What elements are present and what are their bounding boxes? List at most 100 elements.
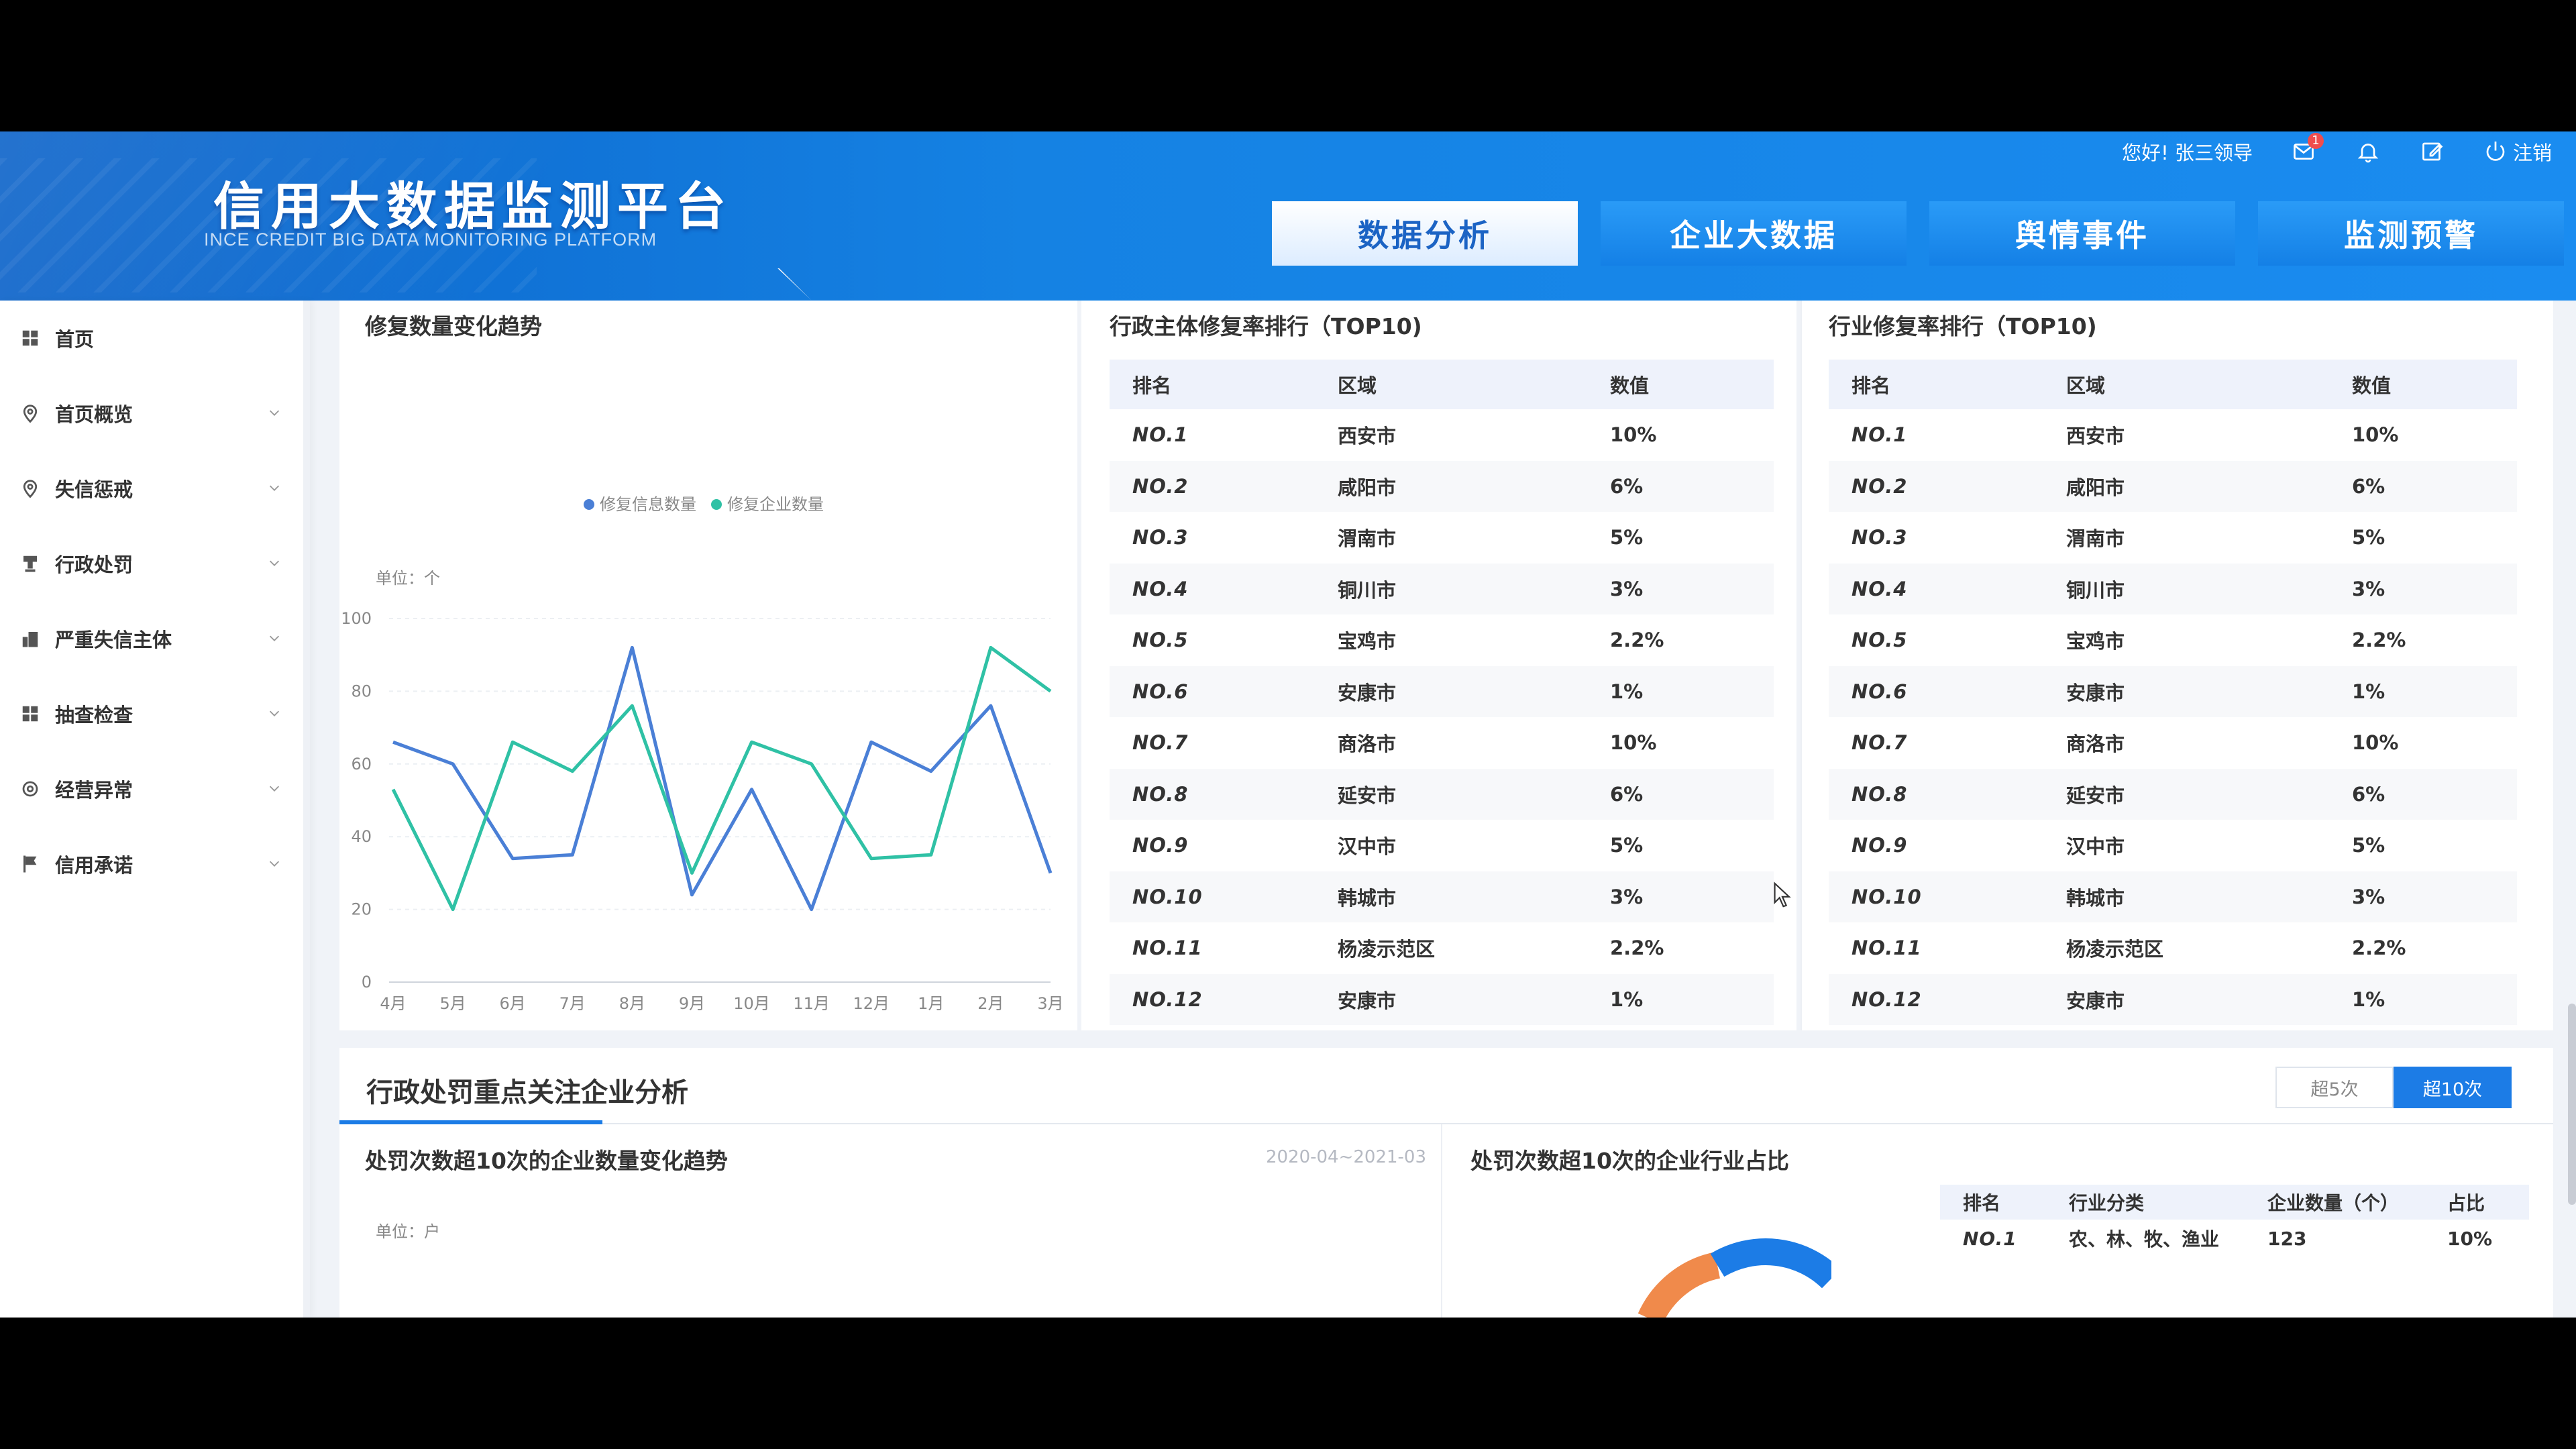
table-row: NO.6 安康市 1%: [1829, 665, 2517, 717]
x-tick-label: 9月: [679, 994, 705, 1013]
table-row: NO.6 安康市 1%: [1110, 665, 1774, 717]
value-cell: 10%: [1610, 423, 1657, 447]
penalty-analysis-header: 行政处罚重点关注企业分析 超5次 超10次: [339, 1048, 2553, 1124]
sidebar-item-dishonesty-punishment[interactable]: 失信惩戒: [0, 451, 310, 526]
sidebar-item-admin-penalty[interactable]: 行政处罚: [0, 526, 310, 601]
app-title: 信用大数据监测平台: [213, 176, 733, 236]
table-row: NO.11 杨凌示范区 2.2%: [1829, 922, 2517, 974]
sidebar-item-label: 首页概览: [55, 403, 133, 426]
toggle-over-10[interactable]: 超10次: [2394, 1067, 2512, 1108]
region-cell: 安康市: [1315, 665, 1587, 717]
table-row: NO.8 延安市 6%: [1829, 768, 2517, 820]
x-tick-label: 3月: [1037, 994, 1063, 1013]
nav-tab-data-analysis[interactable]: 数据分析: [1272, 201, 1578, 266]
value-cell: 5%: [2352, 526, 2385, 549]
sidebar-item-credit-commitment[interactable]: 信用承诺: [0, 826, 310, 902]
table-row: NO.10 韩城市 3%: [1829, 871, 2517, 922]
chart-unit-label: 单位：个: [376, 569, 440, 588]
region-cell: 渭南市: [2066, 527, 2125, 551]
value-cell: 1%: [2329, 973, 2517, 1025]
column-header: 排名: [1110, 360, 1315, 409]
x-tick-label: 5月: [439, 994, 466, 1013]
nav-tab-monitoring-alert[interactable]: 监测预警: [2258, 201, 2564, 266]
rank-cell: NO.4: [1110, 563, 1315, 614]
table-row: NO.4 铜川市 3%: [1829, 563, 2517, 614]
rank-cell: NO.10: [1110, 871, 1315, 922]
chart-legend: 修复信息数量 修复企业数量: [584, 495, 824, 514]
column-header: 数值: [1587, 360, 1774, 409]
value-cell: 1%: [1587, 973, 1774, 1025]
legend-label[interactable]: 修复信息数量: [600, 495, 696, 514]
toggle-over-5[interactable]: 超5次: [2275, 1067, 2394, 1108]
date-range[interactable]: 2020-04~2021-03: [1266, 1147, 1426, 1167]
table-row: NO.1 西安市 10%: [1110, 409, 1774, 461]
rank-cell: NO.7: [1132, 731, 1189, 755]
page-scrollbar[interactable]: [2568, 1004, 2576, 1205]
x-tick-label: 4月: [380, 994, 406, 1013]
column-header: 企业数量（个）: [2245, 1185, 2424, 1220]
nav-tab-public-opinion[interactable]: 舆情事件: [1929, 201, 2235, 266]
column-header: 区域: [1315, 360, 1587, 409]
value-cell: 6%: [2329, 768, 2517, 820]
mail-icon[interactable]: 1: [2290, 133, 2324, 165]
gear-icon: [20, 779, 40, 799]
value-cell: 5%: [1610, 526, 1644, 549]
table-row: NO.3 渭南市 5%: [1829, 512, 2517, 564]
rank-cell: NO.11: [1132, 936, 1203, 960]
nav-tab-enterprise-data[interactable]: 企业大数据: [1601, 201, 1907, 266]
sidebar-item-home[interactable]: 首页: [0, 301, 310, 376]
region-cell: 宝鸡市: [1338, 630, 1397, 653]
rank-cell: NO.3: [1851, 526, 1908, 549]
value-cell: 10%: [1610, 731, 1657, 755]
rank-cell: NO.8: [1829, 768, 2043, 820]
header: 信用大数据监测平台 INCE CREDIT BIG DATA MONITORIN…: [0, 131, 2576, 301]
chevron-down-icon: [269, 786, 280, 792]
x-tick-label: 8月: [619, 994, 645, 1013]
section-title: 行政处罚重点关注企业分析: [366, 1077, 688, 1108]
bell-icon[interactable]: [2355, 138, 2381, 165]
chart-grid: [389, 618, 1051, 983]
penalty-trend-panel: 处罚次数超10次的企业数量变化趋势 2020-04~2021-03 单位：户: [339, 1124, 1441, 1318]
grid-icon: [20, 704, 40, 724]
donut-segment: [1710, 1238, 1831, 1289]
chevron-down-icon: [269, 861, 280, 867]
logout-button[interactable]: 注销: [2483, 138, 2552, 166]
user-toolbar: 您好! 张三领导 1 注销: [2122, 133, 2552, 168]
region-cell: 西安市: [2066, 425, 2125, 448]
series-line-2[interactable]: [391, 645, 1052, 912]
ratio-cell: 10%: [2447, 1227, 2493, 1250]
x-tick-label: 10月: [733, 994, 770, 1013]
column-header: 区域: [2043, 360, 2329, 409]
table-row: NO.3 渭南市 5%: [1110, 512, 1774, 564]
legend-label[interactable]: 修复企业数量: [727, 495, 824, 514]
penalty-trend-unit: 单位：户: [376, 1222, 440, 1241]
value-cell: 5%: [1610, 834, 1644, 857]
rank-cell: NO.12: [1110, 973, 1315, 1025]
x-tick-label: 6月: [500, 994, 526, 1013]
region-cell: 咸阳市: [2043, 460, 2329, 512]
sidebar-item-overview[interactable]: 首页概览: [0, 376, 310, 451]
column-header: 排名: [1940, 1185, 2046, 1220]
region-cell: 杨凌示范区: [1338, 938, 1436, 961]
sidebar-item-serious-dishonest-entities[interactable]: 严重失信主体: [0, 601, 310, 676]
value-cell: 3%: [1587, 871, 1774, 922]
sidebar-item-business-abnormal[interactable]: 经营异常: [0, 751, 310, 826]
logout-label: 注销: [2512, 142, 2552, 164]
sidebar-scrollbar[interactable]: [303, 301, 310, 1318]
chevron-down-icon: [269, 710, 280, 716]
value-cell: 2.2%: [1610, 629, 1664, 652]
app-screen: 信用大数据监测平台 INCE CREDIT BIG DATA MONITORIN…: [0, 131, 2576, 1318]
value-cell: 2.2%: [2352, 629, 2406, 652]
industry-rank-panel: 行业修复率排行（TOP10) 排名 区域 数值 NO.1 西安市 10% NO.2 咸阳…: [1801, 301, 2553, 1030]
count-cell: 123: [2267, 1227, 2307, 1250]
sidebar-item-label: 抽查检查: [55, 704, 133, 727]
rank-cell: NO.12: [1829, 973, 2043, 1025]
penalty-industry-title: 处罚次数超10次的企业行业占比: [1470, 1148, 1789, 1174]
y-tick-label: 0: [362, 973, 372, 991]
sidebar-item-spot-checks[interactable]: 抽查检查: [0, 676, 310, 751]
edit-icon[interactable]: [2419, 138, 2446, 165]
greeting: 您好! 张三领导: [2122, 142, 2253, 164]
rank-cell: NO.10: [1829, 871, 2043, 922]
region-cell: 安康市: [1315, 973, 1587, 1025]
rank-cell: NO.7: [1851, 731, 1908, 755]
